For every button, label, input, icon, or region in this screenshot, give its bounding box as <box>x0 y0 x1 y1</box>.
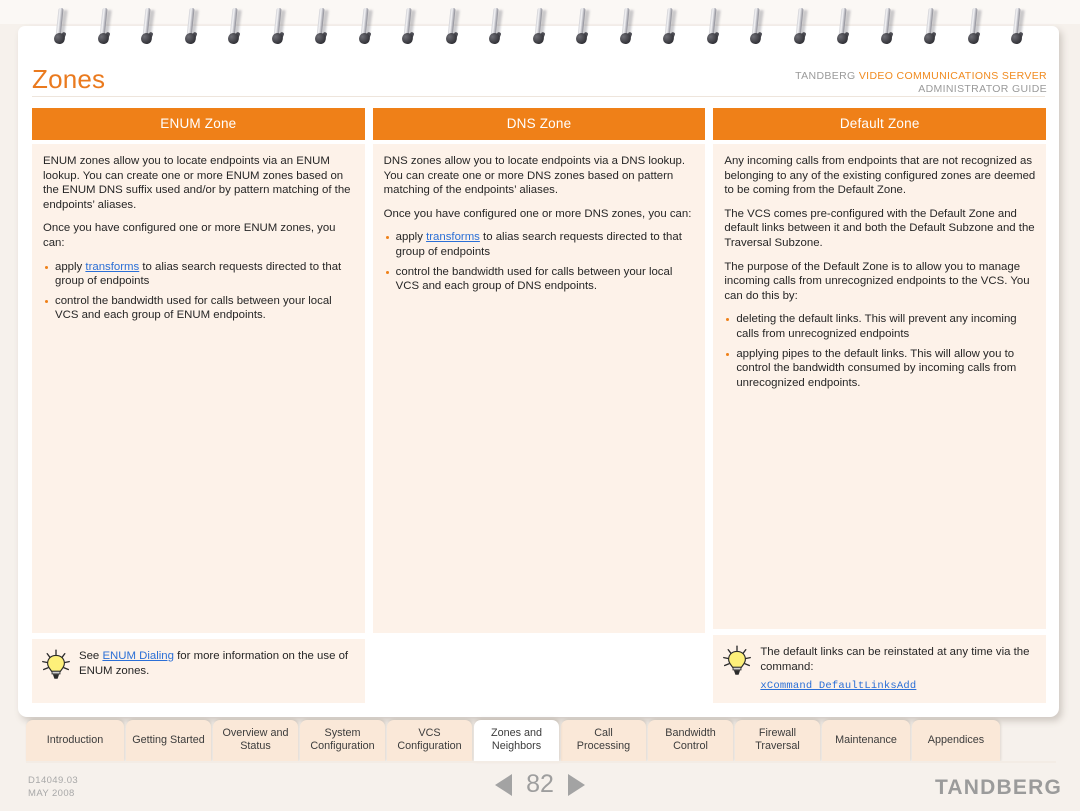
paragraph: The VCS comes pre-configured with the De… <box>724 207 1035 249</box>
brand-header: TANDBERG VIDEO COMMUNICATIONS SERVER ADM… <box>795 70 1047 96</box>
column-dns-zone: DNS Zone DNS zones allow you to locate e… <box>372 108 706 703</box>
document-page: Zones TANDBERG VIDEO COMMUNICATIONS SERV… <box>18 26 1059 717</box>
tab-vcs-configuration[interactable]: VCS Configuration <box>387 720 472 762</box>
tip-text-enum: See ENUM Dialing for more information on… <box>79 648 355 694</box>
column-body-enum: ENUM zones allow you to locate endpoints… <box>32 144 365 633</box>
tab-getting-started[interactable]: Getting Started <box>126 720 211 762</box>
tab-firewall-traversal[interactable]: Firewall Traversal <box>735 720 820 762</box>
page-title: Zones <box>32 64 106 94</box>
paragraph: The purpose of the Default Zone is to al… <box>724 260 1030 302</box>
tab-appendices[interactable]: Appendices <box>912 720 1000 762</box>
tab-label-line1: Introduction <box>46 734 104 746</box>
company-logo: TANDBERG <box>934 776 1062 799</box>
chapter-tab-bar: Introduction Getting Started Overview and S… <box>26 720 1056 762</box>
tab-label-line2: Configuration <box>310 740 375 752</box>
bullet-text-before: control the bandwidth used for calls bet… <box>395 265 673 293</box>
list-item: control the bandwidth used for calls bet… <box>384 265 696 294</box>
paragraph: Once you have configured one or more ENU… <box>43 222 336 249</box>
tab-label-line1: Firewall <box>758 727 797 739</box>
tip-box-placeholder-dns <box>373 639 706 703</box>
enum-dialing-link[interactable]: ENUM Dialing <box>102 650 174 662</box>
tip-box-enum: See ENUM Dialing for more information on… <box>32 639 365 703</box>
tab-zones-and-neighbors[interactable]: Zones and Neighbors <box>474 720 559 762</box>
tab-bandwidth-control[interactable]: Bandwidth Control <box>648 720 733 762</box>
tab-label-line2: Processing <box>576 740 631 752</box>
lightbulb-icon <box>722 645 752 679</box>
paragraph: DNS zones allow you to locate endpoints … <box>383 155 686 197</box>
bullet-text-before: deleting the default links. This will pr… <box>736 313 1017 340</box>
column-default-zone: Default Zone Any incoming calls from end… <box>713 108 1047 703</box>
bullet-text-before: apply <box>395 231 427 244</box>
transforms-link[interactable]: transforms <box>85 261 139 273</box>
tab-label-line1: Appendices <box>927 734 985 746</box>
tab-maintenance[interactable]: Maintenance <box>822 720 910 762</box>
column-body-default: Any incoming calls from endpoints that a… <box>713 144 1047 630</box>
tab-label-line1: Zones and <box>490 727 543 739</box>
tab-label-line2: Configuration <box>397 740 462 752</box>
tab-label-line2: Control <box>673 740 708 752</box>
brand-prefix: TANDBERG <box>795 70 856 82</box>
pager: 82 <box>0 770 1080 799</box>
tab-label-line1: System <box>324 727 361 739</box>
previous-page-arrow[interactable] <box>495 773 513 796</box>
bullet-list: deleting the default links. This will pr… <box>724 312 1036 390</box>
column-heading-dns: DNS Zone <box>372 108 706 140</box>
xcommand-link[interactable]: xCommand DefaultLinksAdd <box>760 679 1036 694</box>
paragraph: ENUM zones allow you to locate endpoints… <box>43 155 351 211</box>
bullet-list: apply transforms to alias search request… <box>384 230 696 293</box>
list-item: apply transforms to alias search request… <box>43 260 355 289</box>
tab-underline <box>26 761 1056 763</box>
list-item: control the bandwidth used for calls bet… <box>43 294 355 323</box>
transforms-link[interactable]: transforms <box>426 231 480 243</box>
list-item: applying pipes to the default links. Thi… <box>724 347 1036 391</box>
tab-label-line1: Call <box>594 727 613 739</box>
tab-system-configuration[interactable]: System Configuration <box>300 720 385 762</box>
lightbulb-icon <box>41 649 71 683</box>
brand-product: VIDEO COMMUNICATIONS SERVER <box>858 70 1047 82</box>
next-page-arrow[interactable] <box>567 773 585 796</box>
tab-label-line1: VCS <box>418 727 441 739</box>
header-divider <box>32 96 1045 97</box>
column-heading-enum: ENUM Zone <box>32 108 365 140</box>
tab-call-processing[interactable]: Call Processing <box>561 720 646 762</box>
tab-introduction[interactable]: Introduction <box>26 720 124 762</box>
tab-label-line2: Status <box>240 740 271 752</box>
list-item: deleting the default links. This will pr… <box>724 312 1036 341</box>
tab-label-line2: Traversal <box>755 740 800 752</box>
bullet-text-before: control the bandwidth used for calls bet… <box>55 294 332 322</box>
bullet-list: apply transforms to alias search request… <box>43 260 355 323</box>
tip-before: See <box>79 650 103 662</box>
page-number: 82 <box>526 770 554 798</box>
tab-label-line1: Bandwidth <box>665 727 716 739</box>
tab-label-line1: Maintenance <box>835 734 897 746</box>
tab-overview-and-status[interactable]: Overview and Status <box>213 720 298 762</box>
zone-columns: ENUM Zone ENUM zones allow you to locate… <box>32 108 1047 703</box>
tab-label-line1: Getting Started <box>132 734 205 746</box>
brand-subtitle: ADMINISTRATOR GUIDE <box>918 83 1047 95</box>
tab-label-line1: Overview and <box>222 727 289 739</box>
paragraph: Any incoming calls from endpoints that a… <box>724 155 1036 197</box>
column-enum-zone: ENUM Zone ENUM zones allow you to locate… <box>32 108 365 703</box>
tip-text-default: The default links can be reinstated at a… <box>760 644 1036 694</box>
tip-before: The default links can be reinstated at a… <box>760 646 1030 673</box>
column-body-dns: DNS zones allow you to locate endpoints … <box>372 144 706 633</box>
list-item: apply transforms to alias search request… <box>384 230 696 259</box>
desk-surface-top <box>0 0 1080 24</box>
bullet-text-before: apply <box>55 260 86 273</box>
column-heading-default: Default Zone <box>713 108 1047 140</box>
tab-label-line2: Neighbors <box>491 740 542 752</box>
tip-box-default: The default links can be reinstated at a… <box>713 635 1047 703</box>
paragraph: Once you have configured one or more DNS… <box>383 207 692 220</box>
bullet-text-before: applying pipes to the default links. Thi… <box>736 347 1017 389</box>
